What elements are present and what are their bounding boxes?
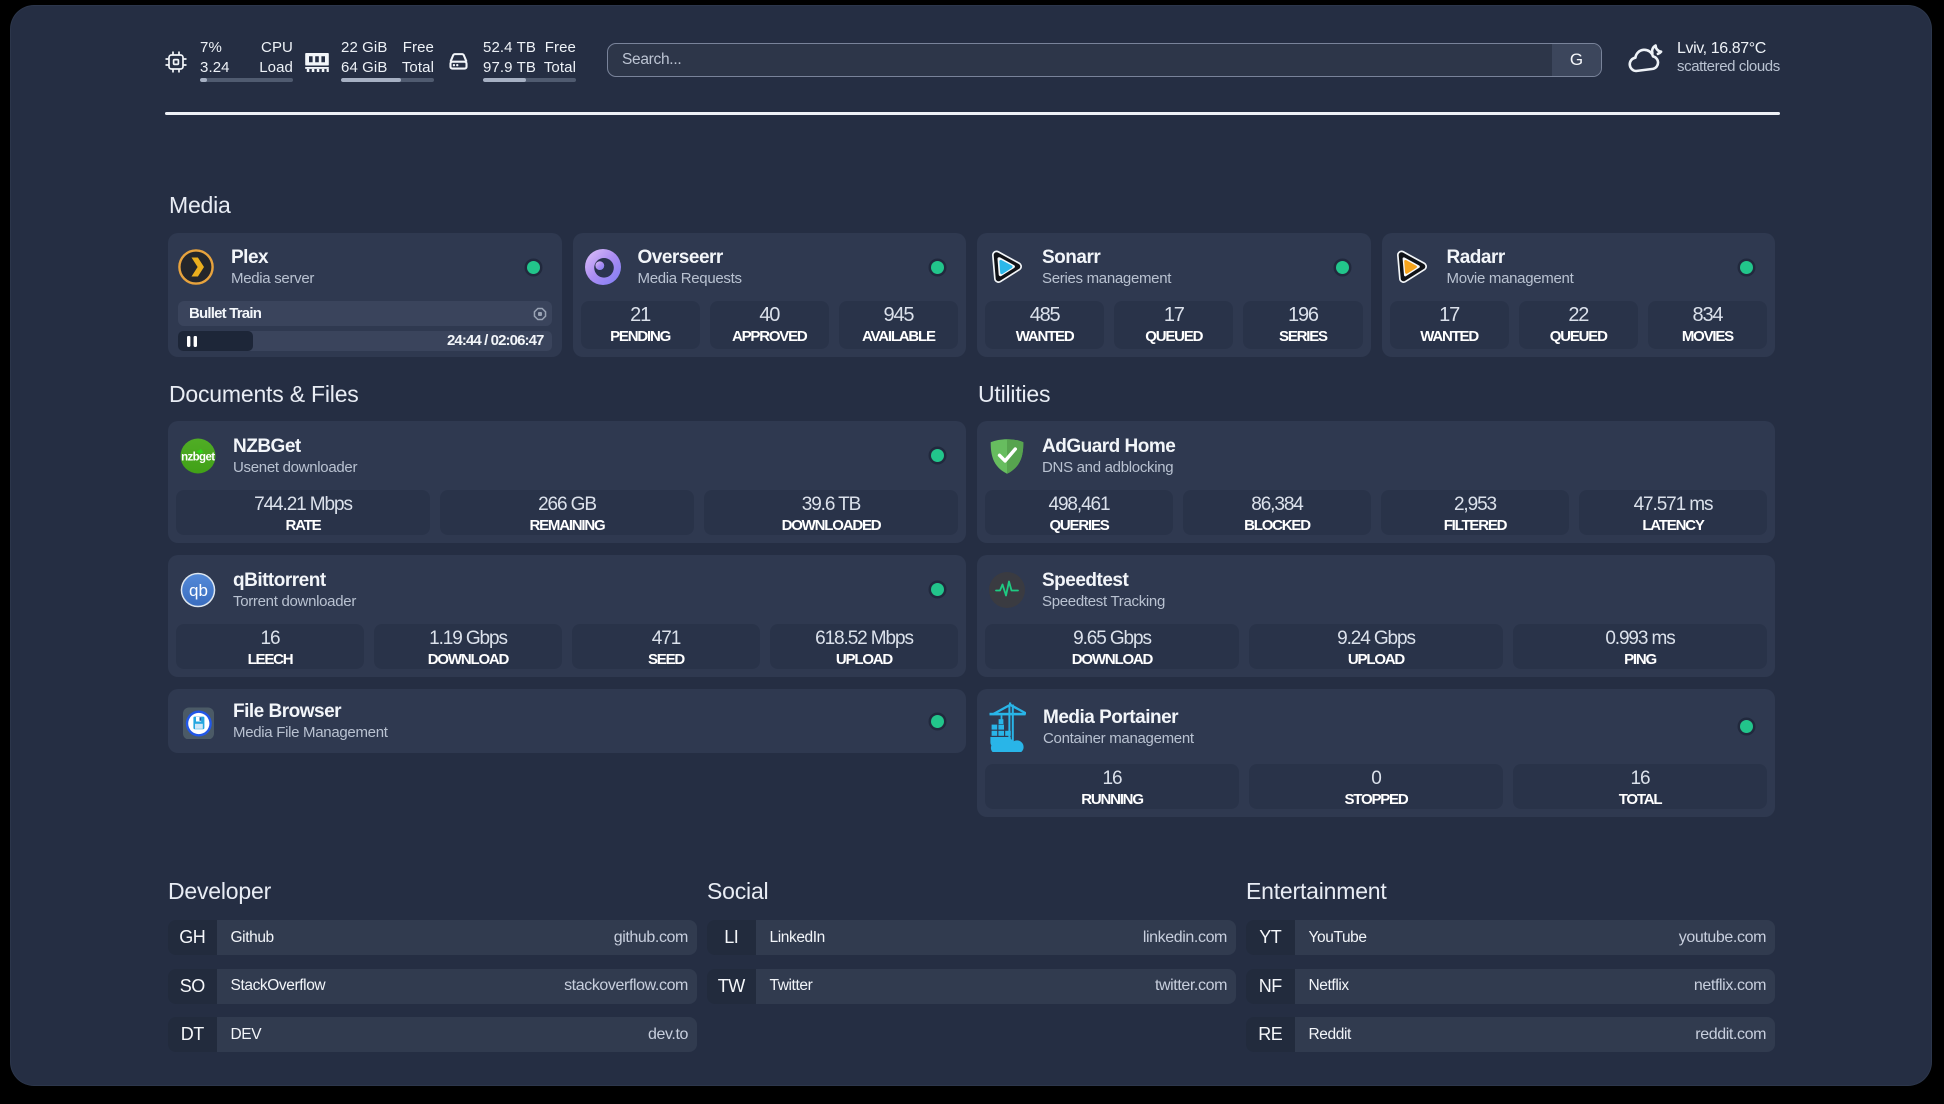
svg-text:qb: qb <box>189 581 208 600</box>
svg-text:nzbget: nzbget <box>181 451 215 463</box>
